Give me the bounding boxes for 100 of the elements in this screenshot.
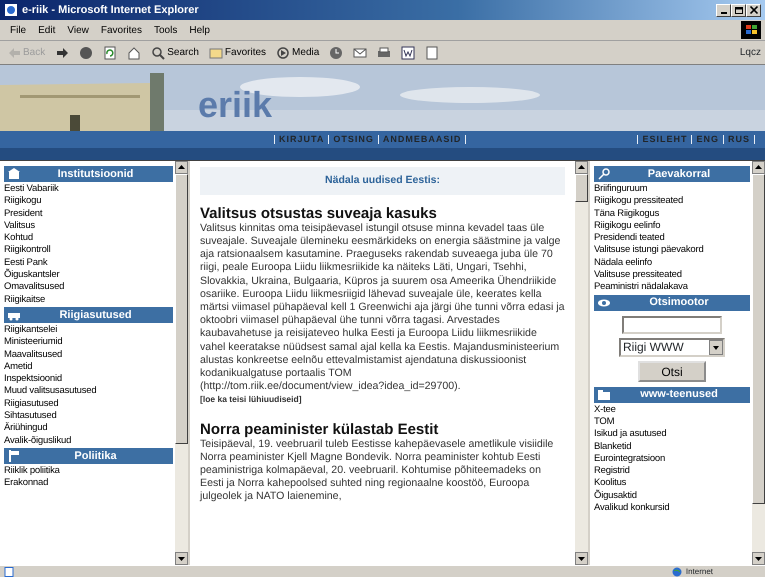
sidebar-link[interactable]: Avalik-õiguslikud	[4, 434, 173, 447]
scrollbar-thumb[interactable]	[575, 174, 588, 202]
sidebar-link[interactable]: Ametid	[4, 360, 173, 374]
globe-icon	[672, 566, 682, 576]
search-button[interactable]: Search	[148, 42, 202, 64]
scrollbar-thumb[interactable]	[752, 174, 765, 504]
sidebar-link[interactable]: Riigikogu	[4, 195, 173, 208]
section-title: Poliitika	[73, 448, 118, 464]
page-icon	[425, 46, 440, 60]
sidebar-link[interactable]: Riigikontroll	[4, 244, 173, 257]
sidebar-link[interactable]: Nädala eelinfo	[594, 256, 750, 270]
close-icon	[750, 6, 758, 14]
search-button[interactable]: Otsi	[638, 360, 706, 382]
favorites-button[interactable]: Favorites	[206, 42, 270, 64]
media-button[interactable]: Media	[273, 42, 322, 64]
sidebar-link[interactable]: Muud valitsusasutused	[4, 385, 173, 398]
sidebar-link[interactable]: Valitsuse istungi päevakord	[594, 244, 750, 257]
printer-icon	[377, 46, 392, 60]
internet-zone-label: Internet	[686, 566, 713, 577]
sidebar-link[interactable]: Riiklik poliitika	[4, 464, 173, 478]
scrollbar[interactable]	[575, 161, 588, 565]
sidebar-link[interactable]: Riigiasutused	[4, 398, 173, 410]
section-title: Institutsioonid	[56, 166, 134, 182]
sidebar-link[interactable]: Peaministri nädalakava	[594, 281, 750, 294]
flag-icon	[7, 448, 21, 463]
article-title: Norra peaminister külastab Eestit	[200, 420, 440, 438]
sidebar-link[interactable]: Ministeeriumid	[4, 336, 173, 349]
windows-logo-icon	[741, 21, 761, 39]
folder-icon	[208, 46, 223, 60]
sidebar-link[interactable]: Blanketid	[594, 440, 750, 453]
sidebar-link[interactable]: Riigikogu pressiteated	[594, 195, 750, 208]
more-news-link[interactable]: [loe ka teisi lühiuudiseid]	[200, 394, 302, 404]
news-heading: Nädala uudised Eestis:	[200, 167, 565, 195]
sidebar-link[interactable]: Kohtud	[4, 232, 173, 244]
sidebar-link[interactable]: Õigusaktid	[594, 490, 750, 502]
sidebar-link[interactable]: Avalikud konkursid	[594, 502, 750, 514]
house-icon	[127, 46, 142, 60]
article-title: Valitsus otsustas suveaja kasuks	[200, 204, 438, 222]
scrollbar[interactable]	[752, 161, 765, 565]
sidebar-link[interactable]: Eesti Pank	[4, 256, 173, 270]
article-text: Teisipäeval, 19. veebruaril tuleb Eestisse kahepäevasele ametlikule visiidile Norra peaminister Kjell Magne Bondevik. Norra peaminister kohtub Eesti peaministriga kolmapäeval, 20. veebruaril. Kohtumise põhiteemadeks on Eesti ja Norra kahepoolsed suhted ning regionaalne koostöö, Euroopa julgeolek ja NATO laienemine,	[200, 438, 554, 504]
sidebar-link[interactable]: Riigikantselei	[4, 324, 173, 336]
links-label: Lqcz	[740, 46, 761, 60]
sidebar-link[interactable]: Koolitus	[594, 477, 750, 490]
folder-icon	[597, 388, 611, 402]
envelope-icon	[353, 46, 368, 60]
article-text: Valitsus kinnitas oma teisipäevasel istungil otsuse minna kevadel taas üle suveajale. Suveajale ülemineku eesmärkideks on energia säästmine ja valge aja ratsionaalsem kasutamine. Praeguseks rakendab suveaega juba üle 70 riigi, peale Euroopa Liidu liikmesriikide ka näiteks Läti, Ungari, Tsehhi, Slovakkia, Ukraina, Bulgaaria, Küpros ja suurem osa Ameerika Ühendriikide osariike. Euroopa Liidu liikmesriigid lähevad suveajale üle, keerates kella märtsi viimasel pühapäeval kell 1 Greenwichi aja järgi ühe tunni võrra edasi ja oktoobri viimasel pühapäeval ühe tunni võrra tagasi. Arvestades kaubavahetuse ja reisijateveo hulka Eesti ja Euroopa Liidu liikmesriikide vahel keeratakse nüüdsest samal ajal kella ka Eestis. Majandusministeerium alustas konkreetse eelnõu ettevalmistamist ajendatuna diskussioonist kodanikualgatuse portaalis TOM (http://tom.riik.ee/document/view_idea?idea_id=29700). [loe ka teisi lühiuudiseid]	[200, 222, 565, 406]
stop-icon	[79, 46, 94, 60]
scrollbar[interactable]	[175, 161, 188, 565]
sidebar-link[interactable]: President	[4, 208, 173, 220]
sidebar-link[interactable]: Eesti Vabariik	[4, 183, 173, 196]
site-dropdown[interactable]: Riigi WWW	[619, 338, 725, 357]
maximize-button[interactable]	[731, 4, 746, 16]
sidebar-link[interactable]: Inspektsioonid	[4, 373, 173, 386]
sidebar-link[interactable]: Briifinguruum	[594, 183, 750, 196]
search-field[interactable]	[622, 316, 722, 334]
sidebar-link[interactable]: X-tee	[594, 404, 750, 416]
sidebar-link[interactable]: Maavalitsused	[4, 348, 173, 361]
window-title: e-riik - Microsoft Internet Explorer	[22, 2, 200, 18]
sidebar-link[interactable]: Äriühingud	[4, 422, 173, 435]
menu-item[interactable]: Favorites	[94, 22, 148, 38]
sidebar-link[interactable]: TOM	[594, 416, 750, 428]
close-button[interactable]	[746, 4, 761, 16]
menu-item[interactable]: Tools	[148, 22, 184, 38]
sidebar-link[interactable]: Eurointegratsioon	[594, 452, 750, 466]
sidebar-link[interactable]: Registrid	[594, 465, 750, 478]
section-title: Otsimootor	[648, 295, 710, 310]
sidebar-link[interactable]: Riigikogu eelinfo	[594, 220, 750, 232]
forward-arrow-icon	[55, 46, 70, 60]
menu-item[interactable]: Edit	[32, 22, 62, 38]
back-arrow-icon	[7, 46, 21, 60]
key-icon	[597, 167, 611, 181]
page-icon	[103, 46, 118, 60]
maximize-icon	[734, 6, 742, 14]
menu-item[interactable]: View	[61, 22, 95, 38]
document-icon	[401, 46, 416, 60]
sidebar-link[interactable]: Riigikaitse	[4, 294, 173, 306]
section-title: Riigiasutused	[58, 308, 133, 323]
menu-item[interactable]: Help	[183, 22, 216, 38]
clock-icon	[329, 46, 344, 60]
sidebar-link[interactable]: Erakonnad	[4, 477, 173, 490]
minimize-icon	[720, 12, 726, 14]
browser-icon	[4, 3, 18, 17]
scrollbar-thumb[interactable]	[175, 174, 188, 444]
section-title: Paevakorral	[646, 166, 712, 182]
article-link[interactable]: http://tom.riik.ee/document/view_idea?idea_id=29700	[204, 380, 454, 392]
sidebar-link[interactable]: Sihtasutused	[4, 410, 173, 422]
sidebar-link[interactable]: Valitsus	[4, 220, 173, 232]
sidebar-link[interactable]: Valitsuse pressiteated	[594, 269, 750, 282]
menu-item[interactable]: File	[4, 22, 32, 38]
play-icon	[276, 46, 290, 60]
building-icon	[7, 167, 21, 181]
sidebar-link[interactable]: Presidendi teated	[594, 232, 750, 244]
minimize-button[interactable]	[716, 4, 731, 16]
sidebar-link[interactable]: Isikud ja asutused	[594, 428, 750, 441]
section-title: www-teenused	[639, 387, 719, 402]
search-icon	[151, 46, 166, 60]
sidebar-link[interactable]: Õiguskantsler	[4, 269, 173, 282]
sidebar-link[interactable]: Omavalitsused	[4, 281, 173, 294]
sidebar-link[interactable]: Täna Riigikogus	[594, 208, 750, 220]
